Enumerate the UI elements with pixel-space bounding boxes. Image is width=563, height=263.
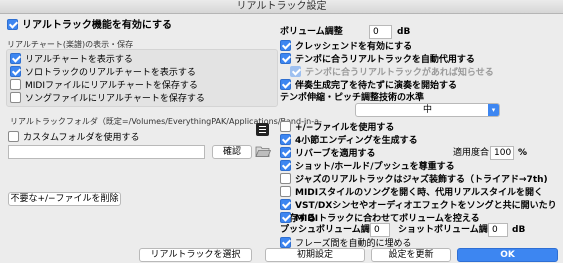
track-option-3-check-icon[interactable] [280,160,291,171]
defaults-button[interactable]: 初期設定 [265,248,365,262]
folder-browse-icon[interactable] [256,123,269,136]
track-option-4-label: ジャズのリアルトラックはジャズ装飾する（トライアド→7th) [295,175,548,185]
volume-label: ボリューム調整 [280,27,343,37]
open-folder-icon[interactable] [255,144,272,158]
playback-option-2-check-icon[interactable] [290,66,301,77]
track-option-5[interactable]: MIDIスタイルのソングを開く時、代用リアルスタイルを開く [280,186,563,199]
volume-unit: dB [397,27,411,37]
track-option-1[interactable]: 4小節エンディングを生成する [280,134,563,147]
track-option-1-check-icon[interactable] [280,134,291,145]
track-option-7-check-icon[interactable] [280,212,291,223]
window-title: リアルトラック設定 [0,0,563,14]
confirm-button[interactable]: 確認 [212,145,252,159]
push-volume-input[interactable]: 0 [370,223,390,237]
track-option-6-check-icon[interactable] [280,199,291,210]
tempo-quality-value: 中 [422,105,432,115]
track-option-1-label: 4小節エンディングを生成する [295,136,418,146]
chart-option-3[interactable]: ソングファイルにリアルチャートを保存する [10,92,205,105]
enable-realtracks-label: リアルトラック機能を有効にする [22,20,172,31]
apply-degree-unit: % [518,148,528,158]
chart-option-1-check-icon[interactable] [10,66,21,77]
delete-unused-files-button[interactable]: 不要な+/−ファイルを削除 [8,192,121,206]
update-settings-button[interactable]: 設定を更新 [371,248,451,262]
playback-option-1-label: テンポに合うリアルトラックを自動代用する [295,55,475,65]
custom-folder-label: カスタムフォルダを使用する [23,133,140,143]
chart-option-2[interactable]: MIDIファイルにリアルチャートを保存する [10,79,205,92]
shot-volume-unit: dB [512,225,526,235]
track-option-3-label: ショット/ホールド/プッシュを尊重する [295,162,455,172]
playback-option-3-label: 伴奏生成完了を待たずに演奏を開始する [295,81,458,91]
chart-option-0-check-icon[interactable] [10,53,21,64]
chart-option-1[interactable]: ソロトラックのリアルチャートを表示する [10,66,205,79]
playback-option-0-label: クレッシェンドを有効にする [295,42,413,52]
enable-realtracks-check-icon[interactable] [7,19,18,30]
chevron-updown-icon: ▾ [488,104,499,116]
playback-option-0[interactable]: クレッシェンドを有効にする [280,40,494,53]
track-option-0[interactable]: +/−ファイルを使用する [280,121,563,134]
track-option-0-check-icon[interactable] [280,121,291,132]
track-option-2-label: リバーブを適用する [295,149,376,159]
chart-option-0-label: リアルチャートを表示する [25,55,133,65]
track-option-6[interactable]: VST/DXシンセやオーディオエフェクトをソングと共に開いたり保存する [280,199,563,224]
track-option-4-check-icon[interactable] [280,173,291,184]
chart-option-2-label: MIDIファイルにリアルチャートを保存する [25,81,198,91]
track-option-4[interactable]: ジャズのリアルトラックはジャズ装飾する（トライアド→7th) [280,173,563,186]
chart-option-0[interactable]: リアルチャートを表示する [10,53,205,66]
chart-option-3-check-icon[interactable] [10,92,21,103]
volume-input[interactable]: 0 [369,25,392,39]
apply-degree-input[interactable]: 100 [490,146,514,160]
custom-folder-checkbox[interactable]: カスタムフォルダを使用する [8,131,139,144]
track-option-3[interactable]: ショット/ホールド/プッシュを尊重する [280,160,563,173]
apply-degree-label: 適用度合 [453,148,490,158]
chart-option-1-label: ソロトラックのリアルチャートを表示する [25,68,196,78]
tempo-quality-select[interactable]: 中 ▾ [355,103,500,117]
phrase-fade-check-icon[interactable] [280,237,291,248]
playback-option-1[interactable]: テンポに合うリアルトラックを自動代用する [280,53,494,66]
track-option-5-check-icon[interactable] [280,186,291,197]
playback-option-2-label: テンポに合うリアルトラックがあれば知らせる [305,68,494,78]
playback-option-0-check-icon[interactable] [280,40,291,51]
track-option-2-check-icon[interactable] [280,147,291,158]
chart-option-3-label: ソングファイルにリアルチャートを保存する [25,94,205,104]
enable-realtracks-checkbox[interactable]: リアルトラック機能を有効にする [7,19,172,32]
playback-option-3-check-icon[interactable] [280,79,291,90]
chart-options-panel: リアルチャートを表示するソロトラックのリアルチャートを表示する MIDIファイルに… [6,49,278,107]
track-option-5-label: MIDIスタイルのソングを開く時、代用リアルスタイルを開く [295,188,544,198]
playback-option-2[interactable]: テンポに合うリアルトラックがあれば知らせる [280,66,494,79]
playback-option-1-check-icon[interactable] [280,53,291,64]
custom-folder-check-icon[interactable] [8,131,19,142]
shot-volume-input[interactable]: 0 [488,223,508,237]
track-option-0-label: +/−ファイルを使用する [295,123,395,133]
ok-button[interactable]: OK [457,248,558,262]
shot-volume-label: ショットボリューム調整 [398,225,497,235]
select-realtrack-button[interactable]: リアルトラックを選択 [139,248,252,262]
playback-option-3[interactable]: 伴奏生成完了を待たずに演奏を開始する [280,79,494,92]
push-volume-label: プッシュボリューム調整 [280,225,379,235]
chart-option-2-check-icon[interactable] [10,79,21,90]
folder-label: リアルトラックフォルダ（既定=/Volumes/EverythingPAK/Ap… [10,117,322,126]
custom-folder-path-field[interactable] [8,145,205,159]
